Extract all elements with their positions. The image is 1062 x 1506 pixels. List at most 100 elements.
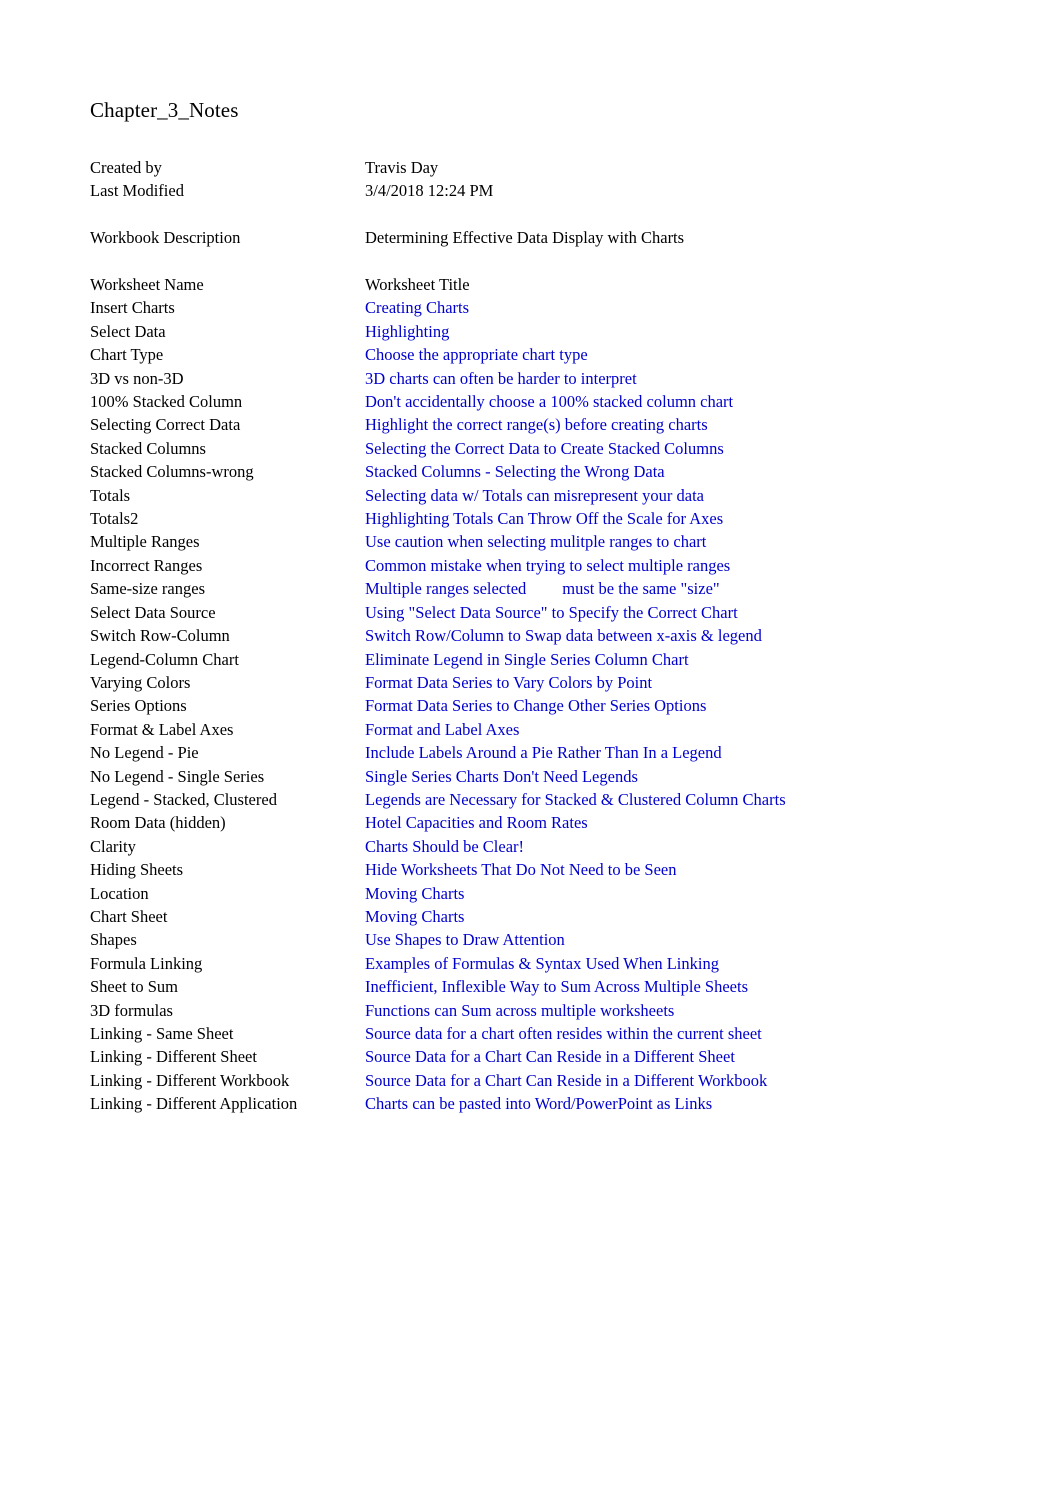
worksheet-title-cell[interactable]: Highlight the correct range(s) before cr…	[365, 413, 990, 436]
table-row: Location Moving Charts	[90, 882, 990, 905]
worksheet-title-cell[interactable]: Eliminate Legend in Single Series Column…	[365, 648, 990, 671]
worksheet-name-cell: Totals2	[90, 509, 139, 529]
worksheet-name-cell: Clarity	[90, 836, 136, 856]
worksheet-title-text-tail: must be the same "size"	[562, 579, 720, 599]
table-row: Varying Colors Format Data Series to Vary…	[90, 671, 990, 694]
table-row: 100% Stacked Column Don't accidentally ch…	[90, 390, 990, 413]
worksheet-title-cell[interactable]: Common mistake when trying to select mul…	[365, 554, 990, 577]
worksheet-name-cell: Chart Sheet	[90, 906, 168, 926]
worksheet-name-cell: Linking - Different Workbook	[90, 1070, 290, 1090]
worksheet-name-cell: Linking - Same Sheet	[90, 1024, 234, 1043]
table-row: Linking - Different Application Charts ca…	[90, 1092, 990, 1115]
worksheet-title-cell[interactable]: Switch Row/Column to Swap data between x…	[365, 624, 990, 647]
worksheet-title-cell[interactable]: Selecting data w/ Totals can misrepresen…	[365, 484, 990, 507]
worksheet-title-cell[interactable]: Format Data Series to Vary Colors by Poi…	[365, 671, 990, 694]
worksheet-name-cell: Room Data (hidden)	[90, 813, 226, 833]
worksheet-title-cell[interactable]: Format and Label Axes	[365, 718, 990, 741]
table-row: Incorrect Ranges Common mistake when tryi…	[90, 554, 990, 577]
document-body: Chapter_3_Notes Created by Travis Day La…	[90, 96, 990, 1116]
worksheet-name-cell: Varying Colors	[90, 672, 191, 692]
table-row: Multiple Ranges Use caution when selectin…	[90, 530, 990, 553]
worksheet-name-cell: Same-size ranges	[90, 579, 205, 599]
worksheet-title-cell[interactable]: Inefficient, Inflexible Way to Sum Acros…	[365, 975, 990, 998]
worksheet-name-cell: Stacked Columns-wrong	[90, 462, 254, 482]
metadata-value: 3/4/2018 12:24 PM	[365, 181, 494, 201]
table-row: Totals Selecting data w/ Totals can misre…	[90, 484, 990, 507]
worksheet-name-cell: Select Data Source	[90, 602, 216, 622]
worksheet-name-cell: Format & Label Axes	[90, 719, 234, 739]
worksheet-title-cell[interactable]: Don't accidentally choose a 100% stacked…	[365, 390, 990, 413]
table-row: Shapes Use Shapes to Draw Attention	[90, 928, 990, 951]
table-header-row: Worksheet Name Worksheet Title	[90, 273, 990, 296]
column-header-worksheet-title: Worksheet Title	[365, 275, 470, 294]
worksheet-title-cell[interactable]: Use caution when selecting mulitple rang…	[365, 530, 990, 553]
worksheet-title-cell[interactable]: Source Data for a Chart Can Reside in a …	[365, 1045, 990, 1068]
worksheet-title-cell[interactable]: Format Data Series to Change Other Serie…	[365, 694, 990, 717]
worksheet-name-cell: Stacked Columns	[90, 438, 206, 458]
table-row: Chart Sheet Moving Charts	[90, 905, 990, 928]
table-row: Legend-Column Chart Eliminate Legend in S…	[90, 648, 990, 671]
worksheet-title-cell[interactable]: 3D charts can often be harder to interpr…	[365, 367, 990, 390]
worksheet-title-cell[interactable]: Charts can be pasted into Word/PowerPoin…	[365, 1092, 990, 1115]
table-row: Selecting Correct Data Highlight the corr…	[90, 413, 990, 436]
worksheet-title-cell[interactable]: Highlighting	[365, 320, 990, 343]
worksheet-title-cell[interactable]: Highlighting Totals Can Throw Off the Sc…	[365, 507, 990, 530]
page-title: Chapter_3_Notes	[90, 98, 239, 122]
table-row: Sheet to Sum Inefficient, Inflexible Way …	[90, 975, 990, 998]
worksheet-title-cell[interactable]: Examples of Formulas & Syntax Used When …	[365, 952, 990, 975]
table-row: Format & Label Axes Format and Label Axes	[90, 718, 990, 741]
table-row: Linking - Different Workbook Source Data …	[90, 1069, 990, 1092]
worksheet-title-cell[interactable]: Include Labels Around a Pie Rather Than …	[365, 741, 990, 764]
table-row: 3D formulas Functions can Sum across mult…	[90, 999, 990, 1022]
table-row: Chart Type Choose the appropriate chart t…	[90, 343, 990, 366]
worksheet-title-cell[interactable]: Functions can Sum across multiple worksh…	[365, 999, 990, 1022]
worksheet-title-cell[interactable]: Selecting the Correct Data to Create Sta…	[365, 437, 990, 460]
worksheet-name-cell: Selecting Correct Data	[90, 415, 241, 435]
worksheet-name-cell: Chart Type	[90, 345, 164, 365]
table-row: Totals2 Highlighting Totals Can Throw Off…	[90, 507, 990, 530]
worksheet-title-cell[interactable]: Use Shapes to Draw Attention	[365, 928, 990, 951]
worksheet-title-cell[interactable]: Moving Charts	[365, 905, 990, 928]
table-row: Linking - Different Sheet Source Data for…	[90, 1045, 990, 1068]
workbook-description-value: Determining Effective Data Display with …	[365, 228, 685, 248]
worksheet-title-cell[interactable]: Charts Should be Clear!	[365, 835, 990, 858]
worksheet-name-cell: 3D vs non-3D	[90, 368, 184, 388]
worksheet-name-cell: Legend-Column Chart	[90, 649, 239, 669]
worksheet-title-cell[interactable]: Hide Worksheets That Do Not Need to be S…	[365, 858, 990, 881]
table-row: Insert Charts Creating Charts	[90, 296, 990, 319]
metadata-row: Last Modified 3/4/2018 12:24 PM	[90, 179, 990, 202]
worksheet-name-cell: 3D formulas	[90, 1000, 173, 1020]
worksheet-title-cell[interactable]: Multiple ranges selected must be the same…	[365, 577, 990, 600]
worksheet-title-cell[interactable]: Source Data for a Chart Can Reside in a …	[365, 1069, 990, 1092]
workbook-description-label: Workbook Description	[90, 228, 241, 248]
worksheet-title-cell[interactable]: Using "Select Data Source" to Specify th…	[365, 601, 990, 624]
worksheet-title-cell[interactable]: Choose the appropriate chart type	[365, 343, 990, 366]
worksheet-title-cell[interactable]: Stacked Columns - Selecting the Wrong Da…	[365, 460, 990, 483]
metadata-label: Created by	[90, 158, 162, 177]
column-header-worksheet-name: Worksheet Name	[90, 275, 204, 294]
worksheet-name-cell: Linking - Different Sheet	[90, 1047, 257, 1067]
worksheet-name-cell: Switch Row-Column	[90, 626, 230, 646]
table-row: Series Options Format Data Series to Chan…	[90, 694, 990, 717]
worksheet-name-cell: Multiple Ranges	[90, 532, 200, 552]
worksheet-name-cell: Select Data	[90, 321, 166, 341]
worksheet-title-cell[interactable]: Hotel Capacities and Room Rates	[365, 811, 990, 834]
table-row: Stacked Columns-wrong Stacked Columns - S…	[90, 460, 990, 483]
worksheet-title-cell[interactable]: Creating Charts	[365, 296, 990, 319]
worksheet-name-cell: Location	[90, 883, 149, 903]
worksheet-name-cell: Formula Linking	[90, 953, 203, 973]
worksheet-name-cell: Incorrect Ranges	[90, 555, 203, 575]
worksheet-title-cell[interactable]: Moving Charts	[365, 882, 990, 905]
workbook-description-row: Workbook Description Determining Effecti…	[90, 226, 990, 249]
worksheet-title-cell[interactable]: Source data for a chart often resides wi…	[365, 1022, 990, 1045]
worksheet-list: Insert Charts Creating Charts Select Data H…	[90, 296, 990, 1115]
document-page: Chapter_3_Notes Created by Travis Day La…	[0, 0, 1062, 1506]
worksheet-name-cell: Shapes	[90, 930, 137, 950]
table-row: Clarity Charts Should be Clear!	[90, 835, 990, 858]
worksheet-title-cell[interactable]: Single Series Charts Don't Need Legends	[365, 765, 990, 788]
worksheet-name-cell: Linking - Different Application	[90, 1094, 298, 1114]
worksheet-name-cell: No Legend - Single Series	[90, 766, 265, 786]
worksheet-title-cell[interactable]: Legends are Necessary for Stacked & Clus…	[365, 788, 990, 811]
table-row: No Legend - Single Series Single Series C…	[90, 765, 990, 788]
